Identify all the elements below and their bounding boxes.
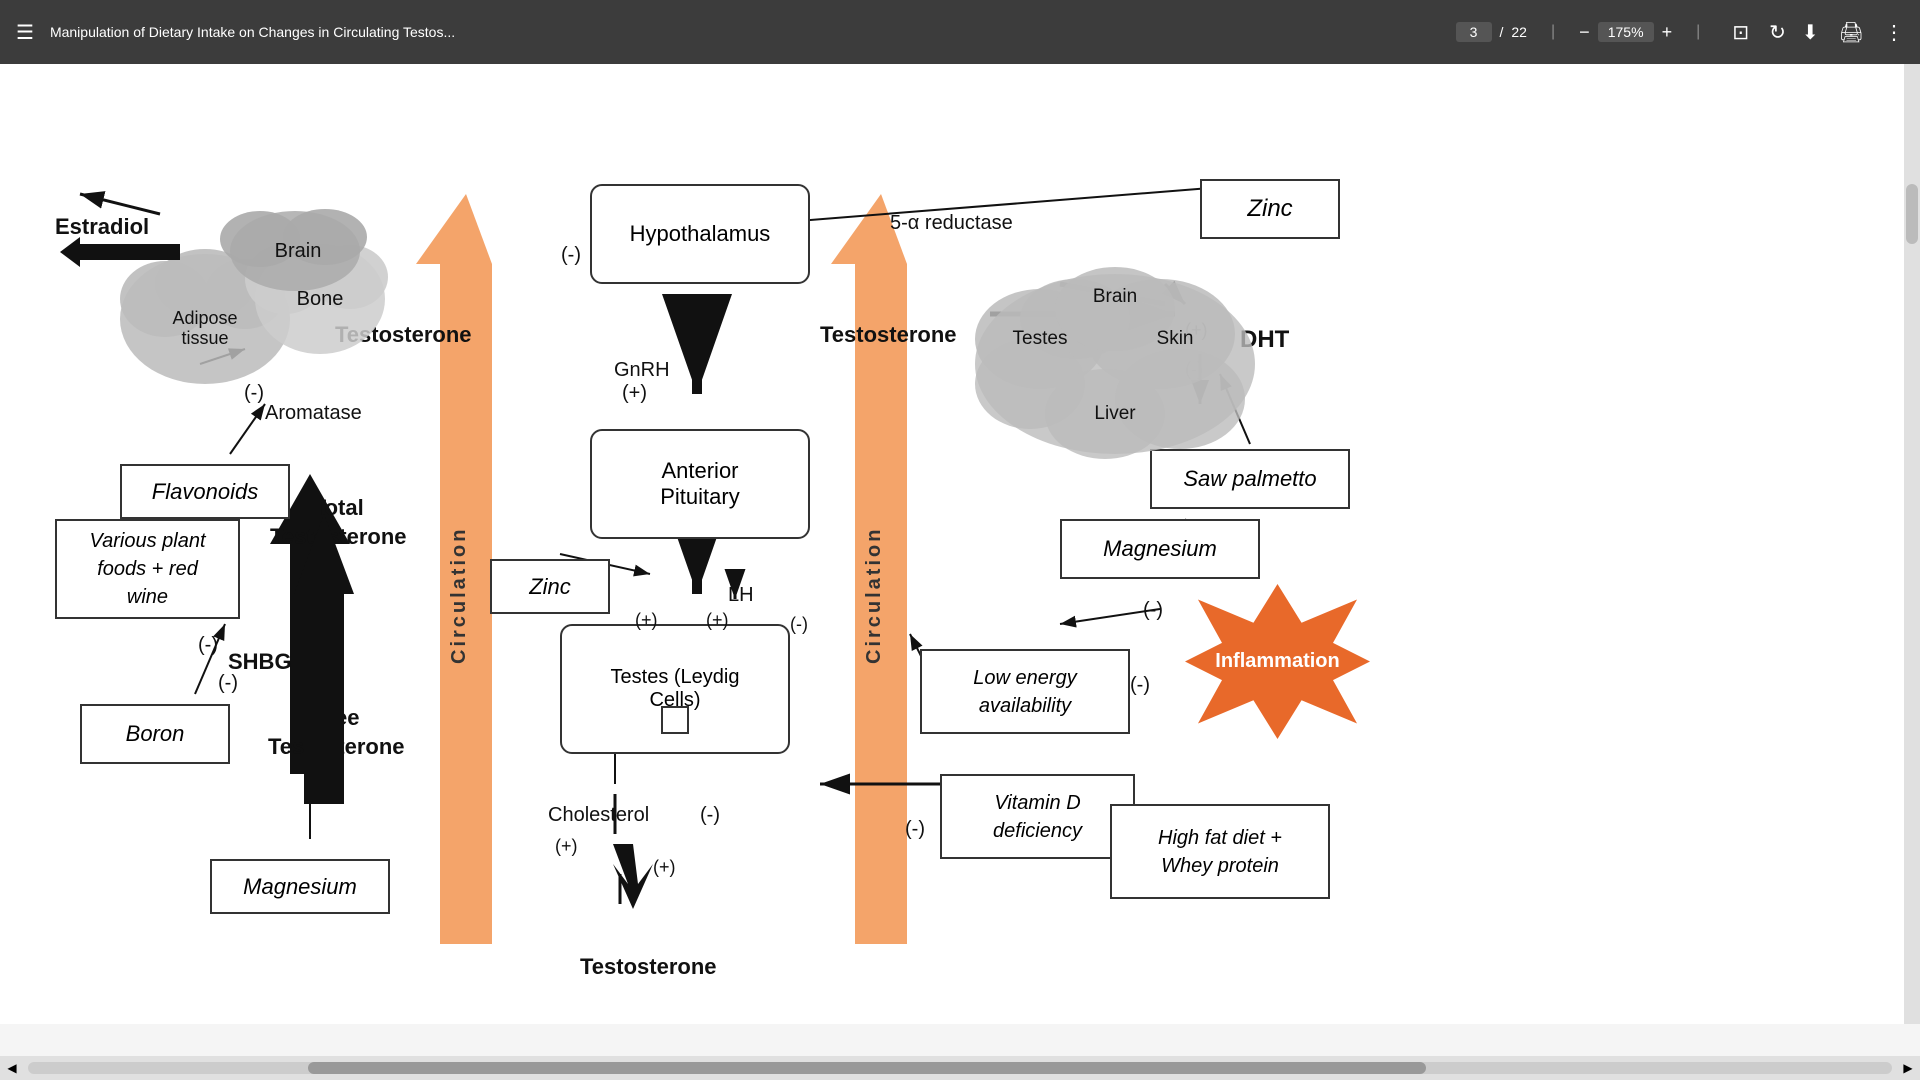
- svg-text:Brain: Brain: [1093, 286, 1137, 307]
- vitamin-d-label: Vitamin D deficiency: [993, 789, 1082, 845]
- svg-text:tissue: tissue: [181, 328, 228, 348]
- shbg-minus: (-): [198, 634, 218, 657]
- low-energy-box: Low energy availability: [920, 649, 1130, 734]
- low-energy-label: Low energy availability: [973, 664, 1076, 720]
- boron-label: Boron: [126, 721, 185, 747]
- estradiol-arrow: [60, 232, 180, 272]
- page-number-input[interactable]: [1456, 22, 1492, 42]
- flavonoids-label: Flavonoids: [152, 479, 258, 505]
- boron-minus: (-): [218, 672, 238, 695]
- inflammation-label: Inflammation: [1215, 650, 1339, 673]
- boron-box: Boron: [80, 704, 230, 764]
- anterior-pituitary-label: Anterior Pituitary: [660, 458, 739, 510]
- more-button[interactable]: ⋮: [1884, 20, 1904, 45]
- high-fat-diet-box: High fat diet + Whey protein: [1110, 804, 1330, 899]
- fit-page-button[interactable]: ⊡: [1732, 20, 1749, 45]
- print-button[interactable]: 🖨: [1839, 20, 1864, 45]
- circulation-left: Circulation: [448, 464, 471, 664]
- testosterone-right-label: Testosterone: [820, 322, 957, 348]
- toolbar-actions: ⊡ ↻: [1732, 20, 1786, 45]
- magnesium-bottom-label: Magnesium: [243, 874, 357, 900]
- magnesium-minus: (-): [1143, 599, 1163, 622]
- svg-text:Testes: Testes: [1013, 328, 1068, 349]
- various-plant-label: Various plant foods + red wine: [90, 527, 206, 611]
- circulation-right: Circulation: [863, 464, 886, 664]
- svg-text:Liver: Liver: [1094, 403, 1136, 424]
- gnrh-label: GnRH (+): [614, 359, 670, 405]
- total-t-arrow: [294, 504, 354, 804]
- hypo-minus: (-): [561, 244, 581, 267]
- high-fat-diet-label: High fat diet + Whey protein: [1158, 824, 1282, 880]
- magnesium-top-box: Magnesium: [1060, 519, 1260, 579]
- menu-button[interactable]: ☰: [16, 20, 34, 45]
- zinc-top-right-label: Zinc: [1247, 195, 1292, 223]
- toolbar-right: ⬇ 🖨 ⋮: [1802, 20, 1904, 45]
- scroll-left-arrow[interactable]: ◀: [0, 1056, 24, 1080]
- anterior-pituitary-box: Anterior Pituitary: [590, 429, 810, 539]
- zinc-left-label: Zinc: [529, 574, 571, 600]
- zinc-left-box: Zinc: [490, 559, 610, 614]
- scroll-track[interactable]: [28, 1062, 1892, 1074]
- cholesterol-plus1: (+): [555, 836, 578, 857]
- scroll-thumb[interactable]: [308, 1062, 1426, 1074]
- magnesium-top-label: Magnesium: [1103, 536, 1217, 562]
- vitamin-d-minus: (-): [905, 818, 925, 841]
- cholesterol-label: Cholesterol: [548, 804, 649, 827]
- right-scrollbar[interactable]: [1904, 64, 1920, 1024]
- vitamin-d-box: Vitamin D deficiency: [940, 774, 1135, 859]
- low-energy-minus: (-): [1130, 674, 1150, 697]
- zoom-out-button[interactable]: −: [1579, 22, 1590, 43]
- scrollbar-thumb[interactable]: [1906, 184, 1918, 244]
- svg-text:Skin: Skin: [1157, 328, 1194, 349]
- diagram-container: Hypothalamus Anterior Pituitary Testes (…: [0, 104, 1900, 1004]
- scroll-right-arrow[interactable]: ▶: [1896, 1056, 1920, 1080]
- page-controls: / 22: [1456, 22, 1527, 42]
- right-cloud-svg: Testes Skin Brain Liver: [960, 244, 1270, 464]
- lh-plus1: (+): [635, 610, 658, 631]
- zoom-controls: − +: [1579, 22, 1672, 43]
- lh-plus2: (+): [706, 610, 729, 631]
- lh-minus: (-): [790, 614, 808, 635]
- magnesium-bottom-box: Magnesium: [210, 859, 390, 914]
- various-plant-box: Various plant foods + red wine: [55, 519, 240, 619]
- testosterone-bottom-label: Testosterone: [580, 954, 717, 980]
- zoom-in-button[interactable]: +: [1662, 22, 1673, 43]
- inflammation-shape: Inflammation: [1185, 584, 1370, 739]
- cholesterol-minus: (-): [700, 804, 720, 827]
- horizontal-scrollbar[interactable]: ◀ ▶: [0, 1056, 1920, 1080]
- cholesterol-arrow: [598, 834, 678, 914]
- saw-palmetto-label: Saw palmetto: [1183, 466, 1316, 492]
- lh-label: LH: [728, 584, 754, 607]
- divider1: |: [1551, 23, 1555, 41]
- testes-box: Testes (Leydig Cells): [560, 624, 790, 754]
- zoom-input[interactable]: [1598, 22, 1654, 42]
- document-title: Manipulation of Dietary Intake on Change…: [50, 24, 1440, 40]
- page-separator: /: [1500, 24, 1504, 40]
- page-total: 22: [1511, 24, 1527, 40]
- download-button[interactable]: ⬇: [1802, 20, 1819, 45]
- content-area: Hypothalamus Anterior Pituitary Testes (…: [0, 64, 1920, 1080]
- hypothalamus-box: Hypothalamus: [590, 184, 810, 284]
- rotate-button[interactable]: ↻: [1769, 20, 1786, 45]
- hypothalamus-label: Hypothalamus: [630, 221, 771, 247]
- toolbar: ☰ Manipulation of Dietary Intake on Chan…: [0, 0, 1920, 64]
- svg-text:Adipose: Adipose: [172, 308, 237, 328]
- svg-text:Bone: Bone: [297, 288, 344, 310]
- flavonoids-box: Flavonoids: [120, 464, 290, 519]
- divider2: |: [1696, 23, 1700, 41]
- pdf-page: Hypothalamus Anterior Pituitary Testes (…: [0, 64, 1920, 1024]
- five-alpha-label: 5-α reductase: [890, 212, 1013, 235]
- zinc-top-right-box: Zinc: [1200, 179, 1340, 239]
- menu-icon: ☰: [16, 22, 34, 44]
- svg-text:Brain: Brain: [275, 240, 322, 262]
- aromatase-label: Aromatase: [265, 402, 362, 425]
